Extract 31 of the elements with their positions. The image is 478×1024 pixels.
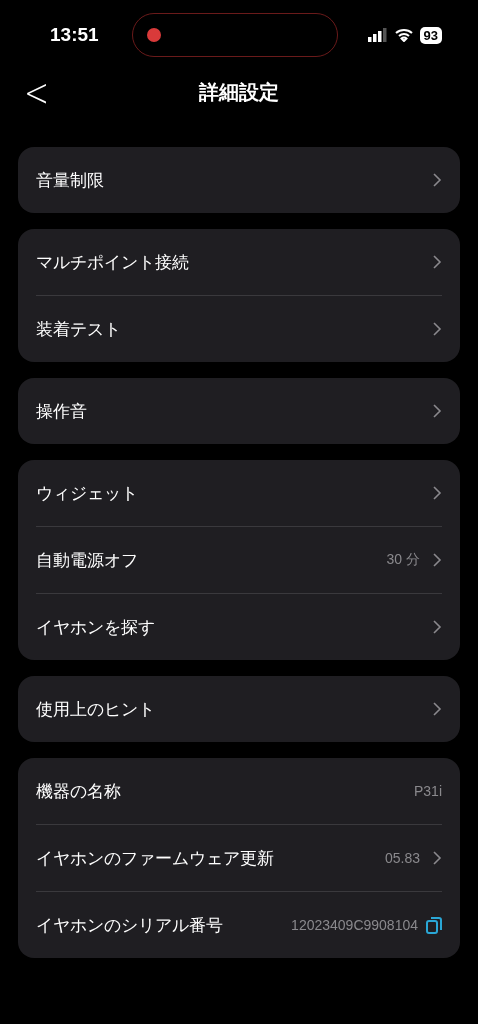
row-label: ウィジェット xyxy=(36,481,138,505)
row-value: 30 分 xyxy=(386,551,420,569)
row-label: 自動電源オフ xyxy=(36,548,138,572)
row-label: 機器の名称 xyxy=(36,779,121,803)
row-label: イヤホンを探す xyxy=(36,615,155,639)
signal-icon xyxy=(367,28,388,42)
row-label: 装着テスト xyxy=(36,317,121,341)
row-value: 12023409C9908104 xyxy=(291,917,418,933)
row-value: 05.83 xyxy=(384,850,420,866)
row-label: イヤホンのシリアル番号 xyxy=(36,913,223,937)
row-label: 音量制限 xyxy=(36,168,104,192)
row-label: マルチポイント接続 xyxy=(36,250,189,274)
row-value: P31i xyxy=(413,783,442,799)
status-time: 13:51 xyxy=(50,24,100,46)
row-label: イヤホンのファームウェア更新 xyxy=(36,846,274,870)
chevron-icon xyxy=(432,403,442,419)
chevron-icon xyxy=(432,321,442,337)
chevron-icon xyxy=(432,485,442,501)
page-title: 詳細設定 xyxy=(199,78,279,106)
back-button[interactable]: < xyxy=(20,69,54,115)
chevron-icon xyxy=(432,701,442,717)
chevron-icon xyxy=(432,552,442,568)
chevron-icon xyxy=(432,850,442,866)
wifi-icon xyxy=(394,28,413,42)
chevron-icon xyxy=(432,619,442,635)
row-label: 操作音 xyxy=(36,399,87,423)
copy-icon[interactable] xyxy=(426,916,442,934)
chevron-icon xyxy=(432,254,442,270)
row-label: 使用上のヒント xyxy=(36,697,155,721)
chevron-icon xyxy=(432,172,442,188)
battery-level: 93 xyxy=(419,26,442,44)
